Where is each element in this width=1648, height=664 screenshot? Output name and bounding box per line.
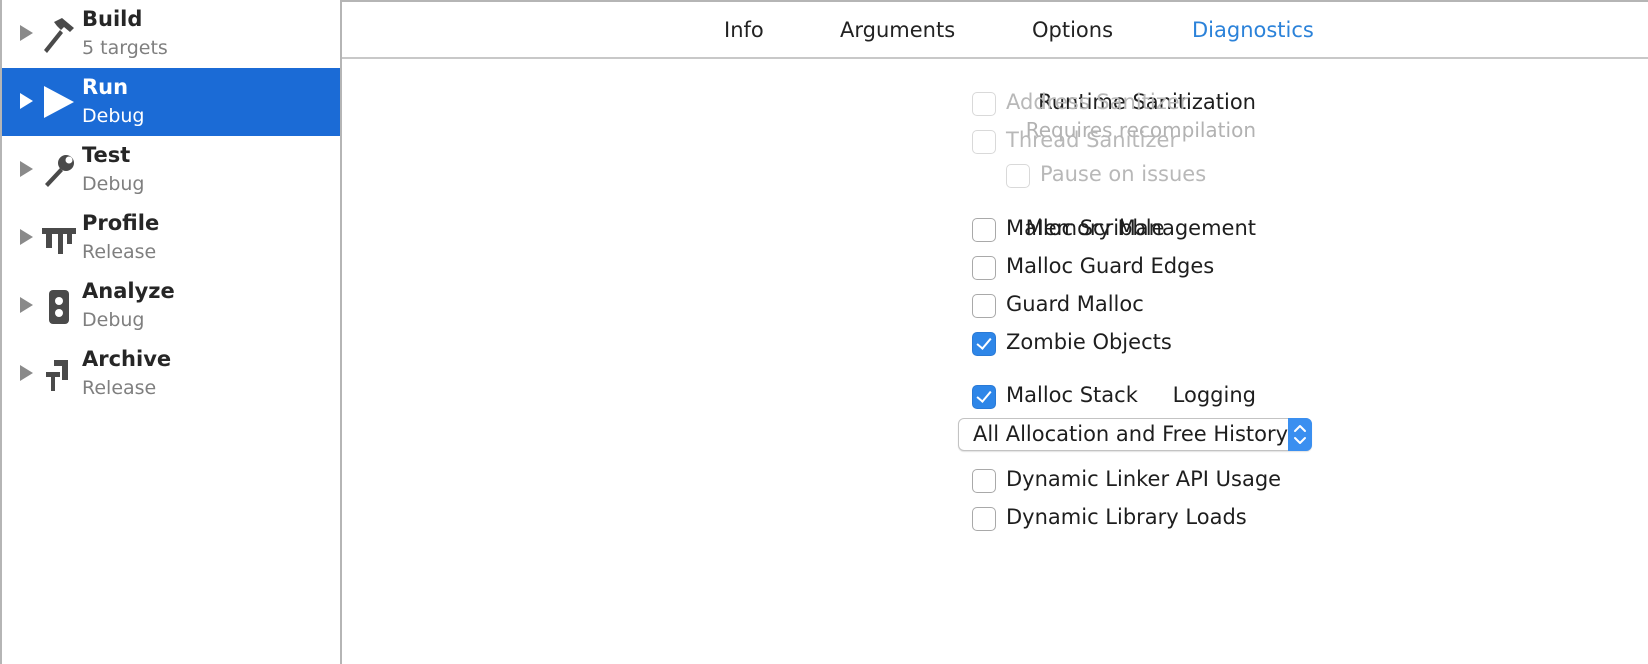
action-name: Run — [82, 75, 129, 99]
sidebar-item-build[interactable]: Build 5 targets — [2, 0, 340, 68]
play-icon — [40, 82, 78, 122]
scheme-editor-pane: Info Arguments Options Diagnostics Runti… — [342, 0, 1648, 664]
malloc-scribble-label: Malloc Scribble — [1006, 216, 1165, 240]
action-configuration: Debug — [82, 173, 145, 195]
tab-options[interactable]: Options — [1032, 18, 1113, 42]
sidebar-item-archive[interactable]: Archive Release — [2, 340, 340, 408]
pause-on-issues-checkbox[interactable] — [1006, 164, 1030, 188]
vise-icon — [40, 354, 78, 394]
up-down-chevron-icon — [1288, 418, 1312, 451]
caliper-icon — [40, 218, 78, 258]
zombie-objects-checkbox[interactable] — [972, 332, 996, 356]
guard-malloc-label: Guard Malloc — [1006, 292, 1144, 316]
tab-info[interactable]: Info — [724, 18, 764, 42]
dynamic-library-loads-label: Dynamic Library Loads — [1006, 505, 1247, 529]
wrench-icon — [40, 150, 78, 190]
sidebar-item-profile[interactable]: Profile Release — [2, 204, 340, 272]
action-configuration: Debug — [82, 105, 145, 127]
action-name: Test — [82, 143, 131, 167]
disclosure-triangle-icon[interactable] — [20, 93, 33, 109]
action-configuration: 5 targets — [82, 37, 168, 59]
action-name: Archive — [82, 347, 172, 371]
address-sanitizer-label: Address Sanitizer — [1006, 90, 1189, 114]
zombie-objects-label: Zombie Objects — [1006, 330, 1172, 354]
action-name: Profile — [82, 211, 160, 235]
hammer-icon — [40, 14, 78, 54]
dynamic-linker-api-usage-checkbox[interactable] — [972, 469, 996, 493]
malloc-scribble-checkbox[interactable] — [972, 218, 996, 242]
disclosure-triangle-icon[interactable] — [20, 297, 33, 313]
thread-sanitizer-checkbox[interactable] — [972, 130, 996, 154]
malloc-stack-label: Malloc Stack — [1006, 383, 1138, 407]
tab-arguments[interactable]: Arguments — [840, 18, 955, 42]
logging-label: Logging — [1172, 383, 1256, 407]
scheme-actions-sidebar: Build 5 targets Run Debug Test Debug Pro… — [0, 0, 342, 664]
pause-on-issues-label: Pause on issues — [1040, 162, 1207, 186]
malloc-stack-mode-value: All Allocation and Free History — [973, 422, 1289, 446]
action-configuration: Release — [82, 377, 157, 399]
sidebar-item-run[interactable]: Run Debug — [2, 68, 340, 136]
analyze-icon — [40, 286, 78, 326]
tab-bar: Info Arguments Options Diagnostics — [342, 2, 1648, 59]
disclosure-triangle-icon[interactable] — [20, 25, 33, 41]
malloc-guard-edges-label: Malloc Guard Edges — [1006, 254, 1215, 278]
guard-malloc-checkbox[interactable] — [972, 294, 996, 318]
thread-sanitizer-label: Thread Sanitizer — [1006, 128, 1179, 152]
malloc-stack-mode-popup[interactable]: All Allocation and Free History — [958, 418, 1312, 451]
action-name: Analyze — [82, 279, 175, 303]
malloc-guard-edges-checkbox[interactable] — [972, 256, 996, 280]
action-name: Build — [82, 7, 143, 31]
malloc-stack-checkbox[interactable] — [972, 385, 996, 409]
action-configuration: Debug — [82, 309, 145, 331]
address-sanitizer-checkbox[interactable] — [972, 92, 996, 116]
sidebar-item-test[interactable]: Test Debug — [2, 136, 340, 204]
disclosure-triangle-icon[interactable] — [20, 365, 33, 381]
dynamic-linker-api-usage-label: Dynamic Linker API Usage — [1006, 467, 1282, 491]
disclosure-triangle-icon[interactable] — [20, 161, 33, 177]
action-configuration: Release — [82, 241, 157, 263]
tab-diagnostics[interactable]: Diagnostics — [1192, 18, 1314, 42]
sidebar-item-analyze[interactable]: Analyze Debug — [2, 272, 340, 340]
disclosure-triangle-icon[interactable] — [20, 229, 33, 245]
dynamic-library-loads-checkbox[interactable] — [972, 507, 996, 531]
